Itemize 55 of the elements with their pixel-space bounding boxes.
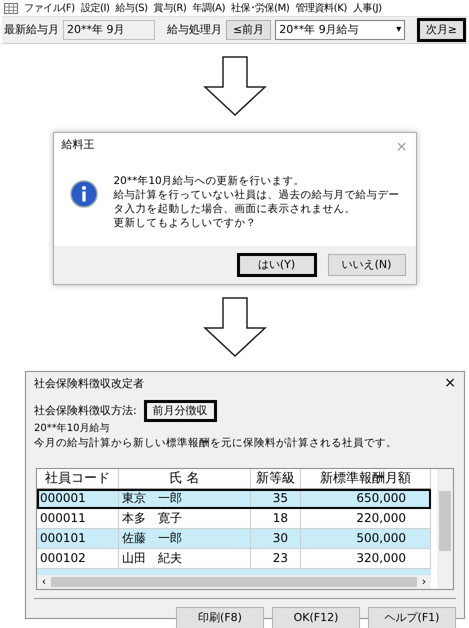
table-cell: 000101 [37, 528, 119, 548]
caret-icon: ▾ [396, 21, 402, 39]
scroll-right-button[interactable]: › [417, 574, 431, 590]
dialog-button[interactable]: 印刷(F8) [176, 606, 264, 628]
dialog-title: 給料王 [62, 137, 94, 153]
field-label: 社会保険料徴収方法: [34, 402, 137, 418]
down-arrow-icon [202, 56, 266, 116]
menu-item[interactable]: 給与(S) [116, 0, 148, 16]
menu-item[interactable]: 賞与(R) [154, 0, 186, 16]
table-cell: 山田 紀夫 [119, 548, 251, 568]
message-text: 給与計算を行っていない社員は、過去の給与月で給与データ入力を起動した場合、画面に表示されません。 [114, 188, 400, 216]
scrollbar-thumb[interactable] [439, 490, 451, 551]
message-text: 更新してもよろしいですか？ [114, 216, 258, 230]
table-cell: 220,000 [301, 508, 431, 528]
close-button[interactable]: × [444, 376, 456, 392]
table-cell: 東京 一郎 [119, 488, 251, 508]
message-text: 20**年10月給与への更新を行います。 [114, 174, 306, 188]
window-title: 社会保険料徴収改定者 [34, 376, 144, 392]
table-cell: 650,000 [301, 488, 431, 508]
table-cell: 000001 [37, 488, 119, 508]
description-text: 今月の給与計算から新しい標準報酬を元に保険料が計算される社員です。 [33, 436, 398, 451]
info-icon [70, 180, 98, 208]
down-arrow-icon [202, 297, 266, 357]
table-cell: 000011 [37, 508, 119, 528]
table-cell: 500,000 [301, 528, 431, 548]
scroll-left-button[interactable]: ‹ [37, 574, 51, 590]
menu-item[interactable]: 社保･労保(M) [231, 0, 290, 16]
menu-item[interactable]: 設定(I) [80, 0, 110, 16]
latest-month-field: 20**年 9月 [63, 20, 155, 40]
table-cell: 18 [251, 508, 301, 528]
table-cell: 35 [251, 488, 301, 508]
scrollbar-thumb[interactable] [51, 576, 417, 587]
dialog-button[interactable]: はい(Y) [238, 254, 316, 276]
table-cell: 000102 [37, 548, 119, 568]
next-month-button[interactable]: 次月≥ [418, 19, 465, 41]
table-cell: 30 [251, 528, 301, 548]
menu-item[interactable]: 年調(A) [192, 0, 226, 16]
field-label: 給与処理月 [167, 22, 222, 38]
month-text: 20**年10月給与 [33, 422, 110, 436]
menu-item[interactable]: ファイル(F) [24, 0, 75, 16]
dialog-button[interactable]: ヘルプ(F1) [368, 606, 456, 628]
field-label: 最新給与月 [4, 22, 59, 38]
table-cell: 本多 寛子 [119, 508, 251, 528]
menu-item[interactable]: 人事(J) [352, 0, 382, 16]
table-cell: 佐藤 一郎 [119, 528, 251, 548]
dialog-button[interactable]: OK(F12) [272, 606, 360, 628]
dialog-button[interactable]: いいえ(N) [328, 254, 406, 276]
horizontal-scrollbar[interactable]: ‹ › [37, 574, 431, 589]
menu-item[interactable]: 管理資料(K) [295, 0, 347, 16]
grid-icon[interactable] [4, 2, 18, 14]
method-value: 前月分徴収 [144, 400, 216, 421]
table-cell: 320,000 [301, 548, 431, 568]
prev-month-button[interactable]: ≤前月 [226, 20, 272, 40]
table-cell: 23 [251, 548, 301, 568]
month-dropdown[interactable]: 20**年 9月給与 ▾ [275, 20, 406, 40]
